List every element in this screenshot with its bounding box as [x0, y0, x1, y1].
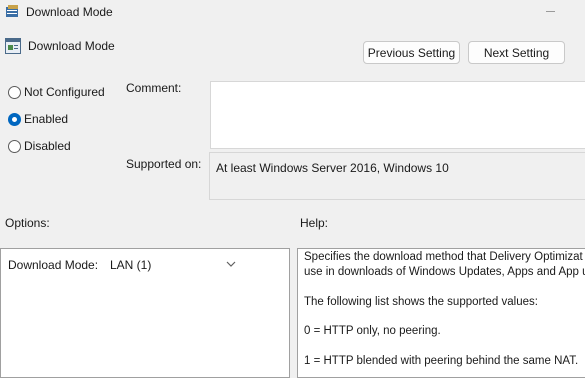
- help-line: Specifies the download method that Deliv…: [304, 251, 583, 263]
- comment-label: Comment:: [126, 81, 182, 95]
- radio-label: Enabled: [24, 112, 69, 126]
- radio-label: Not Configured: [24, 85, 105, 99]
- radio-circle[interactable]: [8, 86, 21, 99]
- help-line: The following list shows the supported v…: [304, 296, 538, 308]
- policy-icon: [6, 5, 18, 17]
- download-mode-value: LAN (1): [110, 258, 152, 272]
- radio-circle[interactable]: [8, 140, 21, 153]
- help-line: 1 = HTTP blended with peering behind the…: [304, 355, 579, 367]
- setting-name: Download Mode: [28, 39, 115, 53]
- help-section-title: Help:: [300, 216, 329, 230]
- radio-circle-selected[interactable]: [8, 113, 21, 126]
- window-title: Download Mode: [26, 5, 113, 19]
- radio-label: Disabled: [24, 139, 71, 153]
- chevron-down-icon: [226, 261, 236, 267]
- supported-on-value: At least Windows Server 2016, Windows 10: [216, 161, 449, 175]
- minimize-button[interactable]: [546, 11, 555, 12]
- options-section-title: Options:: [5, 216, 50, 230]
- download-mode-label: Download Mode:: [8, 258, 99, 272]
- help-line: use in downloads of Windows Updates, App…: [304, 266, 585, 278]
- setting-icon: [5, 38, 21, 54]
- help-line: 0 = HTTP only, no peering.: [304, 325, 441, 337]
- supported-on-label: Supported on:: [126, 157, 202, 171]
- download-mode-dropdown[interactable]: LAN (1): [108, 256, 240, 274]
- supported-on-field: At least Windows Server 2016, Windows 10: [209, 152, 585, 200]
- help-pane: Specifies the download method that Deliv…: [297, 248, 585, 378]
- previous-setting-button[interactable]: Previous Setting: [363, 41, 460, 64]
- comment-textarea[interactable]: [210, 81, 585, 149]
- next-setting-button[interactable]: Next Setting: [468, 41, 565, 64]
